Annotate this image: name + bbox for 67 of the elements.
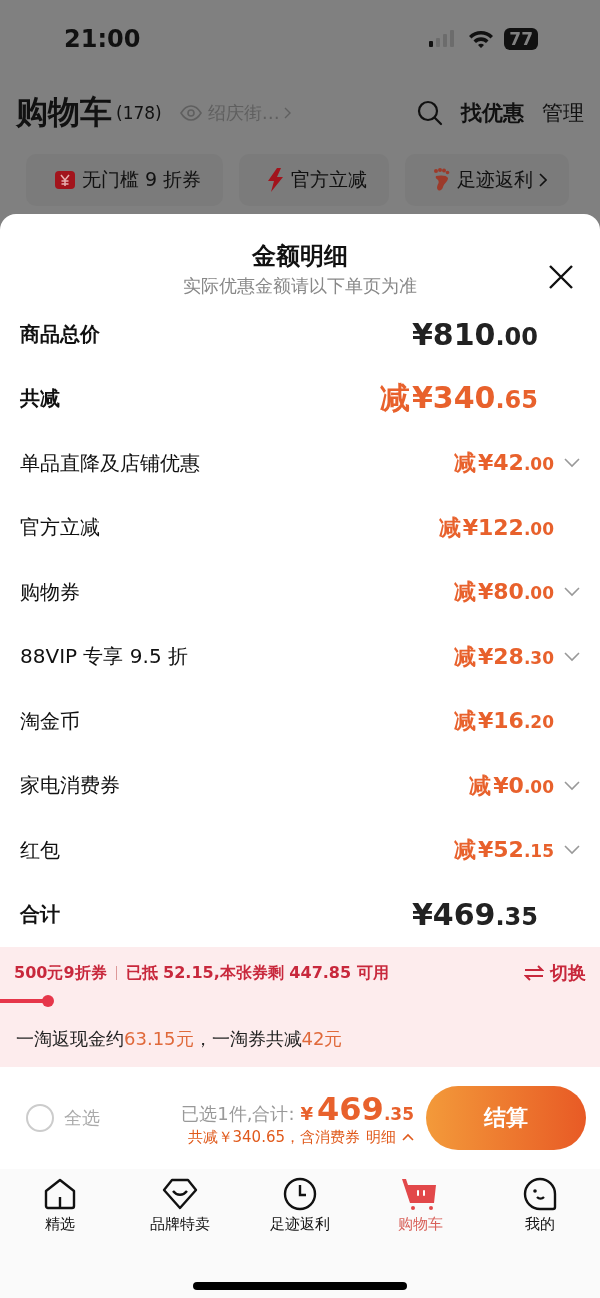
page-title: 购物车 [16,92,112,133]
wifi-icon [468,29,495,49]
tab-item[interactable]: 精选 [0,1177,120,1269]
promo-chip[interactable]: 官方立减 [239,154,390,206]
row-label: 官方立减 [20,514,101,542]
tab-item[interactable]: 购物车 [360,1177,480,1269]
amount-text: 减¥28.30 [453,642,554,671]
chevron-down-icon[interactable] [564,651,580,662]
eye-icon [179,105,202,121]
selected-summary: 已选1件,合计: [181,1101,295,1126]
sheet-title: 金额明细 [252,241,348,272]
cart-count: (178) [116,103,162,123]
row-label: 合计 [20,901,61,929]
clock-icon [283,1177,317,1211]
amount-text: 减¥80.00 [453,578,554,607]
chevron-right-icon [283,107,292,119]
diamond-icon [162,1177,198,1211]
header-action[interactable]: 找优惠 [461,99,524,127]
tab-item[interactable]: 我的 [480,1177,600,1269]
tab-item[interactable]: 足迹返利 [240,1177,360,1269]
total-price: ¥469.35 [300,1089,414,1128]
amount-text: 减¥42.00 [453,449,554,478]
chevron-down-icon[interactable] [564,780,580,791]
home-icon [43,1177,77,1211]
row-label: 家电消费券 [20,772,121,800]
select-all-checkbox[interactable] [26,1104,54,1132]
row-label: 淘金币 [20,707,81,735]
coupon-detail: 已抵 52.15,本张券剩 447.85 可用 [125,962,389,984]
tab-item[interactable]: 品牌特卖 [120,1177,240,1269]
saving-text: 共减￥340.65，含消费券 [187,1127,360,1147]
battery-level: 77 [504,28,538,50]
amount-text: ¥810.00 [412,316,538,352]
coupon-icon [54,169,76,191]
row-label: 商品总价 [20,320,101,348]
sheet-subtitle: 实际优惠金额请以下单页为准 [183,274,417,298]
coupon-name: 500元9折券 [14,962,107,984]
amount-text: 减¥0.00 [469,771,554,800]
amount-text: 减¥16.20 [453,707,554,736]
chevron-down-icon[interactable] [564,845,580,856]
footprint-icon [433,168,452,192]
chevron-down-icon[interactable] [564,587,580,598]
row-label: 88VIP 专享 9.5 折 [20,643,189,671]
checkout-button[interactable]: 结算 [426,1086,586,1150]
promo-chip[interactable]: 无门槛 9 折券 [26,154,224,206]
amount-text: 减¥340.65 [380,379,538,418]
amount-text: 减¥122.00 [438,513,554,542]
detail-link[interactable]: 明细 [366,1127,396,1147]
row-label: 购物券 [20,578,81,606]
row-label: 共减 [20,385,61,413]
close-icon[interactable] [548,264,574,290]
search-icon[interactable] [417,100,443,126]
amount-text: ¥469.35 [412,897,538,933]
rebate-text: 一淘返现金约63.15元，一淘券共减42元 [15,1027,344,1051]
switch-link[interactable]: 切换 [550,961,586,985]
chevron-up-icon[interactable] [402,1133,414,1141]
amount-text: 减¥52.15 [453,836,554,865]
promo-chip[interactable]: 足迹返利 [405,154,570,206]
select-all-label[interactable]: 全选 [64,1106,134,1130]
status-time: 21:00 [64,25,141,53]
swap-icon[interactable] [524,965,544,981]
row-label: 单品直降及店铺优惠 [20,449,201,477]
chevron-down-icon[interactable] [564,458,580,469]
smiley-icon [523,1177,557,1211]
row-label: 红包 [20,836,61,864]
header-action[interactable]: 管理 [542,99,584,127]
lightning-icon [267,168,286,192]
chevron-right-icon [539,173,548,187]
